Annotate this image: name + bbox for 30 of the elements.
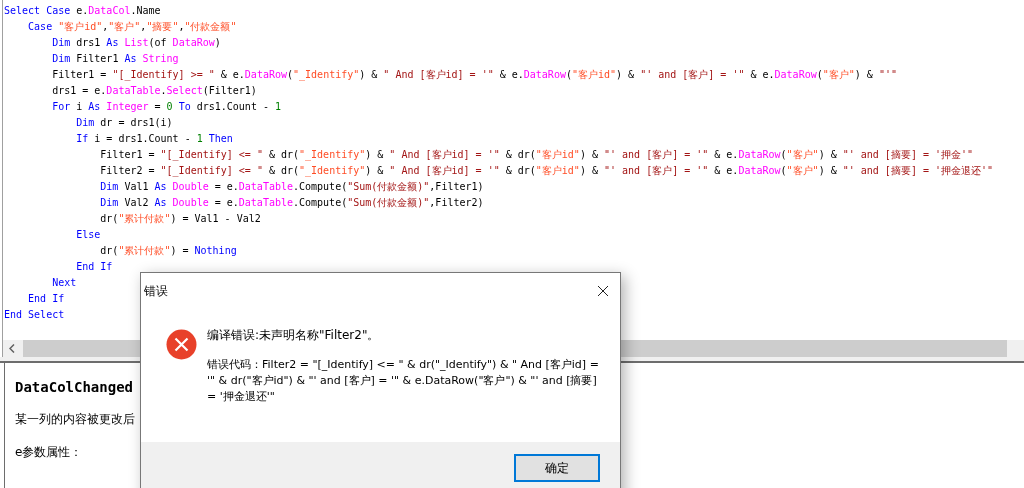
code-line: dr("累计付款") = Nothing xyxy=(99,244,237,258)
ok-button[interactable]: 确定 xyxy=(514,454,600,482)
error-message: 编译错误:未声明名称"Filter2"。 xyxy=(207,327,381,343)
help-text: 某一列的内容被更改后 xyxy=(15,411,135,428)
close-icon[interactable] xyxy=(596,284,610,298)
error-icon xyxy=(166,329,197,360)
code-line: Dim dr = drs1(i) xyxy=(75,116,173,130)
code-line: Else xyxy=(75,228,101,242)
code-line: Case "客户id","客户","摘要","付款金额" xyxy=(27,20,237,34)
code-line: Dim Val1 As Double = e.DataTable.Compute("Sum(付款金额)",Filter1) xyxy=(99,180,484,194)
help-title: DataColChanged xyxy=(15,379,133,395)
code-line: dr("累计付款") = Val1 - Val2 xyxy=(99,212,261,226)
code-line: End Select xyxy=(3,308,65,322)
code-line: If i = drs1.Count - 1 Then xyxy=(75,132,233,146)
dialog-title: 错误 xyxy=(144,282,168,300)
code-line: End If xyxy=(75,260,113,274)
code-line: drs1 = e.DataTable.Select(Filter1) xyxy=(51,84,257,98)
code-line: Select Case e.DataCol.Name xyxy=(3,4,161,18)
code-line: Dim Val2 As Double = e.DataTable.Compute("Sum(付款金额)",Filter2) xyxy=(99,196,484,210)
code-line: Dim drs1 As List(of DataRow) xyxy=(51,36,221,50)
scroll-left-icon[interactable] xyxy=(9,344,15,353)
code-line: Filter2 = "[_Identify] <= " & dr("_Identify") & " And [客户id] = '" & dr("客户id") & "' and [客户] = '" & e.DataRow("客户") & "' and [摘要] = '押金退还'" xyxy=(99,164,994,179)
code-line: Next xyxy=(51,276,77,290)
code-line: Filter1 = "[_Identify] <= " & dr("_Identify") & " And [客户id] = '" & dr("客户id") & "' and [客户] = '" & e.DataRow("客户") & "' and [摘要] = '押金'" xyxy=(99,148,974,163)
code-line: Filter1 = "[_Identify] >= " & e.DataRow("_Identify") & " And [客户id] = '" & e.DataRow("客户id") & "' and [客户] = '" & e.DataRow("客户") & "'" xyxy=(51,68,897,83)
error-detail: 错误代码：Filter2 = "[_Identify] <= " & dr("_Identify") & " And [客户id] = '" & dr("客户id") & "' and [客户] = '" & e.DataRow("客户") & "' and [摘要] = '押金退还'" xyxy=(207,357,599,405)
code-line: For i As Integer = 0 To drs1.Count - 1 xyxy=(51,100,281,114)
code-line: Dim Filter1 As String xyxy=(51,52,179,66)
code-line: End If xyxy=(27,292,65,306)
help-text: e参数属性： xyxy=(15,444,83,461)
